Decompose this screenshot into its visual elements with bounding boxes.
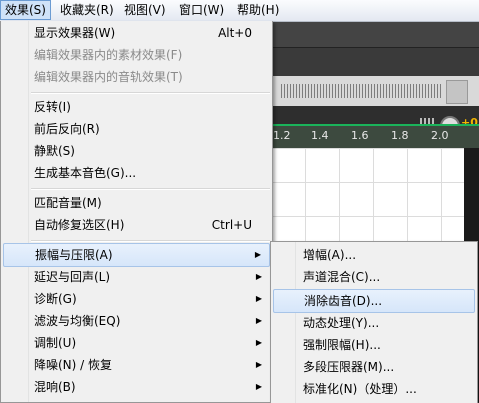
menubar: 效果(S) 收藏夹(R) 视图(V) 窗口(W) 帮助(H) (0, 0, 479, 22)
submenu-item-channel-mixer[interactable]: 声道混合(C)... (273, 266, 475, 288)
submenu-arrow-icon: ▶ (255, 294, 262, 303)
menu-item-match-volume[interactable]: 匹配音量(M) (3, 192, 270, 214)
menu-item-label: 标准化(N)（处理）... (303, 382, 417, 396)
menu-item-modulation[interactable]: 调制(U) ▶ (3, 332, 270, 354)
submenu-arrow-icon: ▶ (255, 360, 262, 369)
submenu-arrow-icon: ▶ (255, 382, 262, 391)
menu-item-label: 反转(I) (34, 100, 71, 114)
menu-item-label: 编辑效果器内的素材效果(F) (34, 48, 183, 62)
amplitude-submenu: 增幅(A)... 声道混合(C)... 消除齿音(D)... 动态处理(Y)..… (270, 241, 478, 403)
menu-item-reverb[interactable]: 混响(B) ▶ (3, 376, 270, 398)
menu-help[interactable]: 帮助(H) (233, 1, 283, 19)
menu-item-label: 降噪(N) / 恢复 (34, 358, 113, 372)
submenu-item-multiband-compressor[interactable]: 多段压限器(M)... (273, 356, 475, 378)
menu-item-edit-track-effects[interactable]: 编辑效果器内的音轨效果(T) (3, 66, 270, 88)
menu-item-label: 诊断(G) (34, 292, 77, 306)
menu-item-edit-clip-effects[interactable]: 编辑效果器内的素材效果(F) (3, 44, 270, 66)
submenu-arrow-icon: ▶ (255, 272, 262, 281)
menu-separator (31, 240, 270, 242)
ruler-tick-label: 1.8 (391, 129, 409, 142)
menu-item-generate-tones[interactable]: 生成基本音色(G)... (3, 162, 270, 184)
effects-menu: 显示效果器(W) Alt+0 编辑效果器内的素材效果(F) 编辑效果器内的音轨效… (0, 21, 273, 403)
menu-item-label: 消除齿音(D)... (304, 294, 383, 308)
menu-item-label: 振幅与压限(A) (35, 248, 113, 262)
menu-item-label: 匹配音量(M) (34, 196, 102, 210)
menu-item-label: 显示效果器(W) (34, 26, 116, 40)
menu-item-label: 混响(B) (34, 380, 76, 394)
menu-item-label: 动态处理(Y)... (303, 316, 380, 330)
editor-toolbar (271, 21, 479, 48)
menu-item-label: 强制限幅(H)... (303, 338, 381, 352)
ruler-tick-label: 1.4 (311, 129, 329, 142)
waveform-preview (281, 84, 441, 98)
menu-item-label: 编辑效果器内的音轨效果(T) (34, 70, 183, 84)
menu-item-amplitude-compression[interactable]: 振幅与压限(A) ▶ (3, 243, 270, 267)
menu-item-diagnostics[interactable]: 诊断(G) ▶ (3, 288, 270, 310)
menu-item-reverse[interactable]: 前后反向(R) (3, 118, 270, 140)
time-ruler[interactable]: 1.2 1.4 1.6 1.8 2.0 (271, 124, 479, 148)
menu-item-auto-heal[interactable]: 自动修复选区(H) Ctrl+U (3, 214, 270, 236)
menu-item-invert[interactable]: 反转(I) (3, 96, 270, 118)
submenu-arrow-icon: ▶ (255, 316, 262, 325)
menu-favorites[interactable]: 收藏夹(R) (56, 1, 118, 19)
menu-item-label: 滤波与均衡(EQ) (34, 314, 121, 328)
menu-item-show-effects-rack[interactable]: 显示效果器(W) Alt+0 (3, 22, 270, 44)
menu-item-label: 自动修复选区(H) (34, 218, 125, 232)
submenu-item-normalize[interactable]: 标准化(N)（处理）... (273, 378, 475, 400)
menu-item-label: 生成基本音色(G)... (34, 166, 137, 180)
menu-effects[interactable]: 效果(S) (0, 0, 51, 20)
overview-waveform[interactable] (271, 76, 479, 106)
menu-item-label: 延迟与回声(L) (34, 270, 111, 284)
menu-item-silence[interactable]: 静默(S) (3, 140, 270, 162)
menu-item-label: 多段压限器(M)... (303, 360, 395, 374)
menu-item-shortcut: Alt+0 (218, 26, 252, 40)
submenu-item-hard-limiter[interactable]: 强制限幅(H)... (273, 334, 475, 356)
ruler-tick-label: 1.6 (351, 129, 369, 142)
submenu-arrow-icon: ▶ (255, 338, 262, 347)
submenu-arrow-icon: ▶ (254, 250, 261, 259)
ruler-tick-label: 1.2 (273, 129, 291, 142)
menu-separator (31, 92, 270, 94)
submenu-item-deesser[interactable]: 消除齿音(D)... (273, 289, 475, 313)
menu-item-label: 调制(U) (34, 336, 77, 350)
menu-separator (31, 188, 270, 190)
menu-item-label: 静默(S) (34, 144, 75, 158)
ruler-tick-label: 2.0 (431, 129, 449, 142)
menu-item-shortcut: Ctrl+U (211, 218, 252, 232)
menu-item-filter-eq[interactable]: 滤波与均衡(EQ) ▶ (3, 310, 270, 332)
menu-item-delay-echo[interactable]: 延迟与回声(L) ▶ (3, 266, 270, 288)
menu-item-label: 前后反向(R) (34, 122, 100, 136)
submenu-item-amplify[interactable]: 增幅(A)... (273, 244, 475, 266)
menu-view[interactable]: 视图(V) (120, 1, 170, 19)
overview-scroll-thumb[interactable] (446, 80, 468, 104)
menu-item-label: 增幅(A)... (303, 248, 357, 262)
submenu-item-dynamics-processing[interactable]: 动态处理(Y)... (273, 312, 475, 334)
menu-item-label: 声道混合(C)... (303, 270, 381, 284)
menu-item-noise-reduction[interactable]: 降噪(N) / 恢复 ▶ (3, 354, 270, 376)
menu-window[interactable]: 窗口(W) (175, 1, 228, 19)
